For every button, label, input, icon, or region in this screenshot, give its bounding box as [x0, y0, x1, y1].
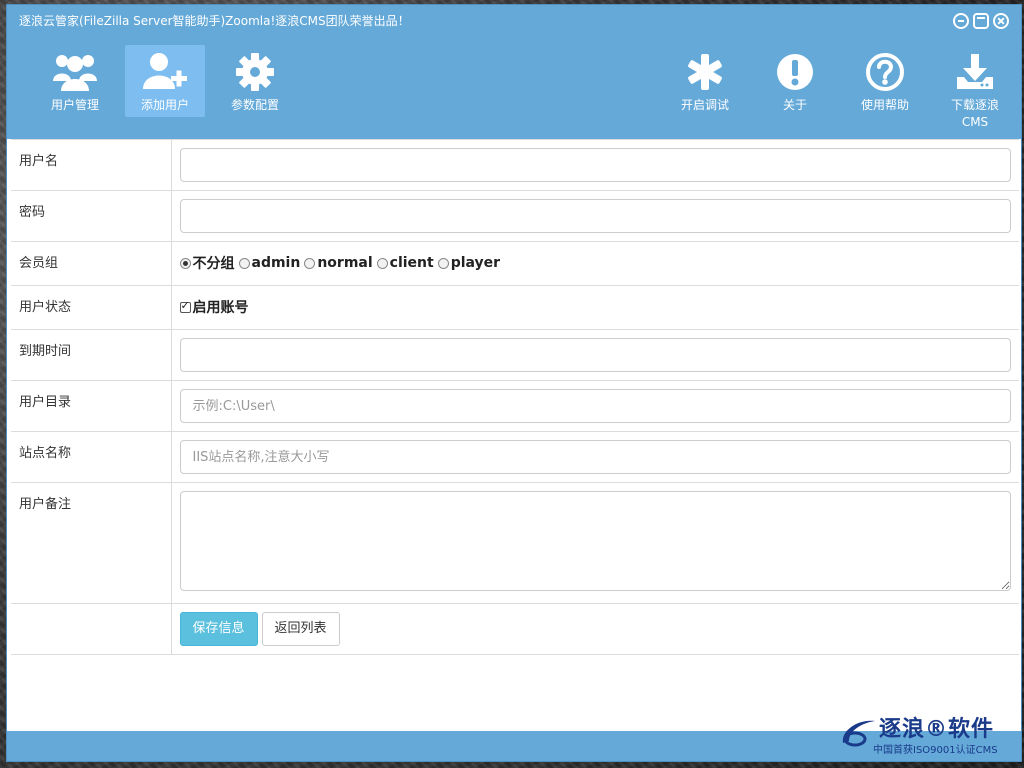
username-input[interactable] [179, 148, 1011, 182]
group-option-admin[interactable]: admin [238, 255, 300, 271]
toolbar-label: 使用帮助 [860, 98, 909, 112]
form-row-site: 站点名称 [11, 431, 1019, 483]
remark-textarea[interactable] [179, 491, 1011, 591]
minimize-icon[interactable] [953, 13, 969, 29]
form-row-password: 密码 [11, 190, 1019, 242]
group-option-client[interactable]: client [376, 255, 434, 271]
form-row-directory: 用户目录 [11, 380, 1019, 432]
brand-subtitle: 中国首获ISO9001认证CMS [873, 745, 998, 756]
field-label: 站点名称 [11, 431, 172, 483]
back-to-list-button[interactable]: 返回列表 [261, 612, 340, 646]
users-icon [53, 55, 97, 91]
field-label: 会员组 [11, 241, 172, 286]
close-icon[interactable] [993, 13, 1009, 29]
form-row-group: 会员组 不分组 admin normal client player [11, 241, 1019, 286]
group-option-none[interactable]: 不分组 [179, 253, 235, 273]
radio-button[interactable] [376, 257, 388, 269]
field-label: 用户状态 [11, 285, 172, 330]
form-row-username: 用户名 [11, 139, 1019, 191]
user-form: 用户名 密码 会员组 不分组 admin normal client playe… [11, 139, 1019, 655]
group-option-normal[interactable]: normal [304, 255, 373, 271]
toolbar-label: 关于 [782, 98, 807, 112]
site-name-input[interactable] [179, 440, 1011, 474]
toolbar-help[interactable]: 使用帮助 [845, 45, 925, 117]
download-icon [957, 54, 993, 89]
toolbar-label-line2: CMS [961, 115, 989, 129]
enable-account-checkbox[interactable] [179, 299, 191, 313]
window-title: 逐浪云管家(FileZilla Server智能助手)Zoomla!逐浪CMS团… [19, 14, 410, 28]
header-bar: 逐浪云管家(FileZilla Server智能助手)Zoomla!逐浪CMS团… [7, 5, 1021, 139]
toolbar-label: 添加用户 [140, 98, 189, 112]
field-label: 密码 [11, 190, 172, 242]
asterisk-icon [688, 54, 722, 90]
toolbar-label: 开启调试 [680, 98, 729, 112]
radio-button[interactable] [179, 257, 191, 269]
brand-logo: 逐浪®软件 中国首获ISO9001认证CMS [839, 711, 1009, 756]
toolbar-add-user[interactable]: 添加用户 [125, 45, 205, 117]
form-row-status: 用户状态 启用账号 [11, 285, 1019, 330]
field-label: 用户目录 [11, 380, 172, 432]
question-icon [866, 53, 904, 91]
directory-input[interactable] [179, 389, 1011, 423]
toolbar-user-management[interactable]: 用户管理 [35, 45, 115, 117]
toolbar-about[interactable]: 关于 [755, 45, 835, 117]
radio-button[interactable] [437, 257, 449, 269]
toolbar-debug[interactable]: 开启调试 [665, 45, 745, 117]
field-label: 用户备注 [11, 482, 172, 604]
form-row-remark: 用户备注 [11, 482, 1019, 604]
enable-account-option[interactable]: 启用账号 [179, 296, 1012, 318]
app-window: 逐浪云管家(FileZilla Server智能助手)Zoomla!逐浪CMS团… [6, 4, 1022, 762]
toolbar-label: 用户管理 [50, 98, 99, 112]
field-label: 到期时间 [11, 329, 172, 381]
maximize-icon[interactable] [973, 13, 989, 29]
group-option-player[interactable]: player [437, 255, 500, 271]
expire-date-input[interactable] [179, 338, 1011, 372]
toolbar-label: 下载逐浪 [950, 98, 999, 112]
form-row-actions: 保存信息 返回列表 [11, 603, 1019, 655]
save-button[interactable]: 保存信息 [179, 612, 258, 646]
brand-name: 逐浪®软件 [879, 717, 995, 742]
gear-icon [236, 53, 274, 91]
group-radio-group: 不分组 admin normal client player [179, 252, 1012, 274]
field-label: 用户名 [11, 139, 172, 191]
password-input[interactable] [179, 199, 1011, 233]
toolbar-download-cms[interactable]: 下载逐浪 CMS [935, 45, 1015, 129]
toolbar-settings[interactable]: 参数配置 [215, 45, 295, 117]
exclamation-icon [777, 54, 813, 90]
add-user-icon [143, 53, 187, 89]
form-row-expire: 到期时间 [11, 329, 1019, 381]
radio-button[interactable] [238, 257, 250, 269]
toolbar-label: 参数配置 [230, 98, 279, 112]
window-controls [953, 13, 1009, 29]
radio-button[interactable] [304, 257, 316, 269]
